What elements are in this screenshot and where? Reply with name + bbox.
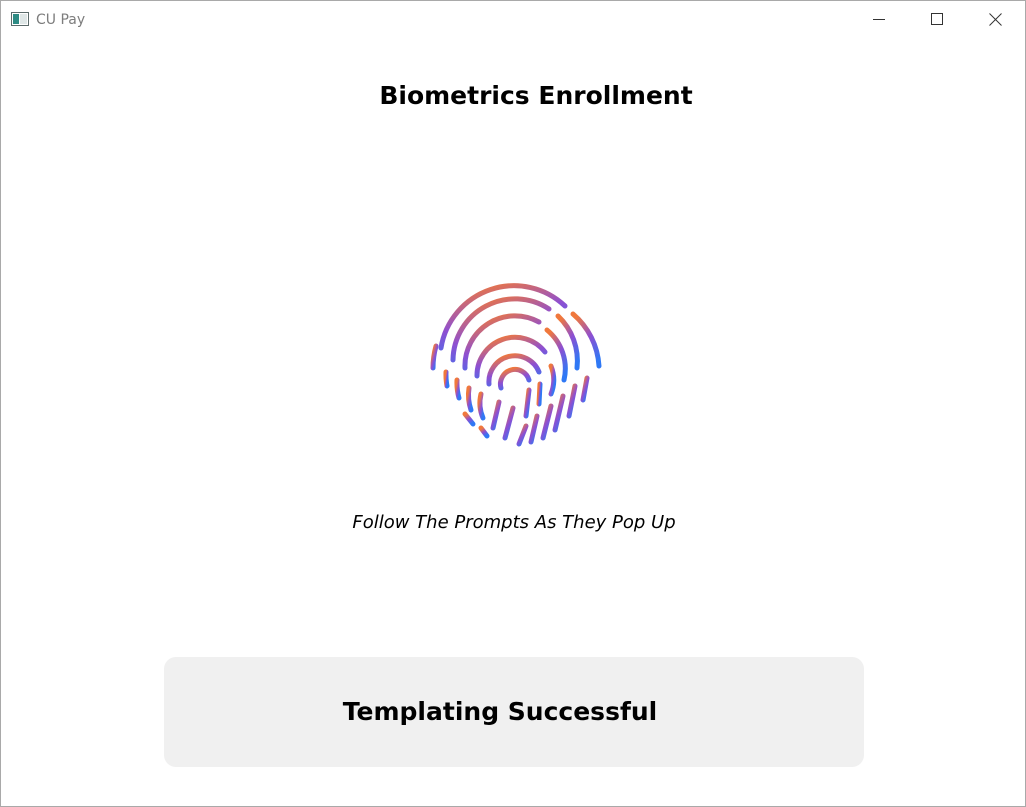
close-icon: [988, 12, 1002, 26]
minimize-button[interactable]: [856, 1, 902, 37]
minimize-icon: [873, 13, 885, 25]
fingerprint-icon: [427, 276, 603, 452]
maximize-icon: [931, 13, 943, 25]
page-title: Biometrics Enrollment: [379, 81, 693, 110]
status-message: Templating Successful: [342, 697, 658, 726]
close-button[interactable]: [972, 1, 1018, 37]
app-window-icon: [11, 12, 29, 26]
instruction-text: Follow The Prompts As They Pop Up: [352, 512, 676, 533]
title-bar[interactable]: CU Pay: [1, 1, 1025, 37]
app-window: CU Pay Biometrics Enrollment Follow The …: [0, 0, 1026, 807]
window-title: CU Pay: [36, 12, 86, 28]
status-panel: Templating Successful: [164, 657, 864, 767]
maximize-button[interactable]: [914, 1, 960, 37]
